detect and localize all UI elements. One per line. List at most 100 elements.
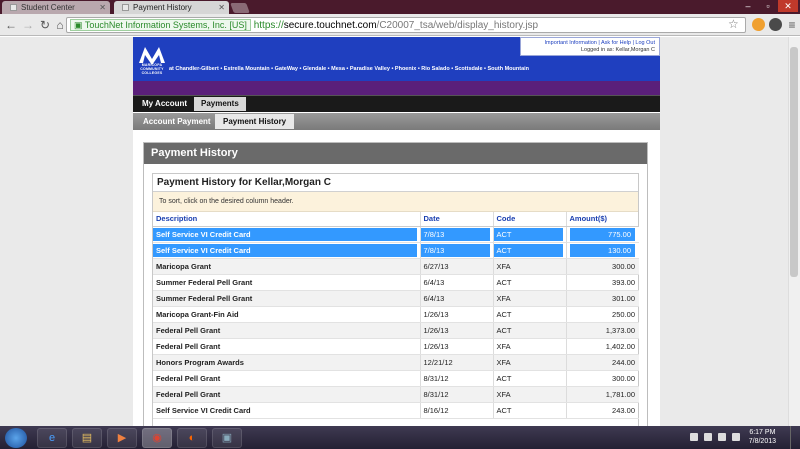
description-cell: Federal Pell Grant — [153, 370, 420, 387]
description-cell: Federal Pell Grant — [153, 338, 420, 355]
table-row: Summer Federal Pell Grant 6/4/13 ACT 393.00 — [153, 274, 639, 291]
code-cell: ACT — [492, 370, 566, 387]
clock-time: 6:17 PM — [749, 429, 776, 436]
volume-icon[interactable] — [732, 433, 740, 441]
explorer-icon[interactable]: ▤ — [72, 428, 102, 448]
date-cell: 1/26/13 — [419, 306, 493, 323]
date-cell: 7/8/13 — [419, 242, 493, 259]
history-box: Payment History for Kellar,Morgan C To s… — [152, 173, 639, 426]
sort-note: To sort, click on the desired column hea… — [153, 192, 638, 212]
lock-icon: ▣ — [74, 20, 83, 30]
page-icon — [122, 4, 129, 11]
url-host: secure.touchnet.com — [283, 20, 377, 31]
accent-bar — [133, 81, 660, 95]
code-cell: ACT — [492, 226, 566, 243]
close-window-icon[interactable]: ✕ — [778, 0, 798, 12]
table-row: Self Service VI Credit Card 7/8/13 ACT 130.… — [153, 242, 639, 259]
new-tab-button[interactable] — [230, 3, 250, 13]
tray-arrow-icon[interactable] — [690, 433, 698, 441]
reload-icon[interactable]: ↻ — [37, 17, 53, 33]
description-cell: Self Service VI Credit Card — [153, 226, 420, 243]
selected-text: ACT — [493, 227, 563, 241]
address-bar[interactable]: ▣ TouchNet Information Systems, Inc. [US… — [66, 17, 746, 33]
table-row: Maricopa Grant 6/27/13 XFA 300.00 — [153, 258, 639, 275]
user-links[interactable]: Important Information | Ask for Help | L… — [525, 40, 655, 47]
ie-icon[interactable]: e — [37, 428, 67, 448]
chrome-icon[interactable]: ◉ — [142, 428, 172, 448]
code-cell: XFA — [492, 386, 566, 403]
subnav-payment-history[interactable]: Payment History — [215, 114, 295, 129]
scrollbar[interactable] — [788, 37, 800, 426]
taskbar: e ▤ ▶ ◉ ◐ ▣ 6:17 PM 7/8/2013 — [0, 426, 800, 449]
firefox-icon[interactable]: ◐ — [177, 428, 207, 448]
date-cell: 8/31/12 — [419, 386, 493, 403]
close-icon[interactable]: ✕ — [218, 1, 225, 14]
clock-date: 7/8/2013 — [748, 438, 776, 445]
close-icon[interactable]: ✕ — [99, 1, 106, 14]
description-cell: Summer Federal Pell Grant — [153, 274, 420, 291]
start-button[interactable] — [5, 428, 27, 448]
date-cell: 6/4/13 — [419, 290, 493, 307]
tab-student-center[interactable]: Student Center ✕ — [2, 1, 110, 14]
code-cell: XFA — [492, 258, 566, 275]
col-description-header[interactable]: Description — [153, 212, 420, 227]
selected-text: 130.00 — [569, 243, 635, 257]
network-icon[interactable] — [718, 433, 726, 441]
description-cell: Honors Program Awards — [153, 354, 420, 371]
col-code-header[interactable]: Code — [492, 212, 566, 227]
maximize-icon[interactable]: ▫ — [758, 0, 778, 12]
description-cell: Self Service VI Credit Card — [153, 242, 420, 259]
nav-my-account[interactable]: My Account — [135, 97, 194, 111]
date-cell: 1/26/13 — [419, 322, 493, 339]
subnav-account-payment[interactable]: Account Payment — [135, 114, 219, 129]
ev-certificate-badge[interactable]: ▣ TouchNet Information Systems, Inc. [US… — [70, 19, 251, 31]
show-desktop-button[interactable] — [790, 426, 800, 449]
browser-toolbar: ← → ↻ ⌂ ▣ TouchNet Information Systems, … — [0, 14, 800, 36]
scrollbar-thumb[interactable] — [790, 47, 798, 277]
table-row: Summer Federal Pell Grant 6/4/13 XFA 301.00 — [153, 290, 639, 307]
description-cell: Maricopa Grant-Fin Aid — [153, 306, 420, 323]
tab-payment-history[interactable]: Payment History ✕ — [114, 1, 229, 14]
col-amount-header[interactable]: Amount($) — [565, 212, 639, 227]
menu-icon[interactable]: ≡ — [784, 17, 800, 33]
col-date-header[interactable]: Date — [419, 212, 493, 227]
code-cell: ACT — [492, 274, 566, 291]
site-banner: MARICOPA COMMUNITY COLLEGES at Chandler-… — [133, 37, 660, 81]
flag-icon[interactable] — [704, 433, 712, 441]
clock[interactable]: 6:17 PM 7/8/2013 — [749, 428, 776, 446]
date-cell: 8/16/12 — [419, 402, 493, 419]
media-player-icon[interactable]: ▶ — [107, 428, 137, 448]
table-row: Federal Pell Grant 1/26/13 ACT 1,373.00 — [153, 322, 639, 339]
table-row: Federal Pell Grant 8/31/12 XFA 1,781.00 — [153, 386, 639, 403]
table-header-row: Description Date Code Amount($) — [153, 212, 639, 227]
forward-icon[interactable]: → — [20, 17, 36, 33]
selected-text: 7/8/13 — [420, 227, 490, 241]
amount-cell: 130.00 — [565, 242, 639, 259]
extension-icon[interactable] — [752, 18, 765, 31]
extension-icon[interactable] — [769, 18, 782, 31]
amount-cell: 775.00 — [565, 226, 639, 243]
nav-payments[interactable]: Payments — [194, 97, 246, 111]
amount-cell: 1,781.00 — [565, 386, 639, 403]
amount-cell: 393.00 — [565, 274, 639, 291]
code-cell: XFA — [492, 338, 566, 355]
bookmark-star-icon[interactable]: ☆ — [728, 17, 739, 31]
minimize-icon[interactable]: – — [738, 0, 758, 12]
date-cell: 7/8/13 — [419, 226, 493, 243]
campus-list: at Chandler-Gilbert • Estrella Mountain … — [169, 66, 530, 72]
logo-text: MARICOPA COMMUNITY COLLEGES — [140, 63, 164, 75]
code-cell: ACT — [492, 306, 566, 323]
amount-cell: 300.00 — [565, 258, 639, 275]
date-cell: 1/26/13 — [419, 338, 493, 355]
sub-nav: Account Payment Payment History — [133, 113, 660, 130]
code-cell: XFA — [492, 290, 566, 307]
amount-cell: 300.00 — [565, 370, 639, 387]
selected-text: 7/8/13 — [420, 243, 490, 257]
code-cell: ACT — [492, 242, 566, 259]
window-icon[interactable]: ▣ — [212, 428, 242, 448]
selected-text: 775.00 — [569, 227, 635, 241]
table-body: Self Service VI Credit Card 7/8/13 ACT 775.… — [153, 226, 639, 419]
site-container: MARICOPA COMMUNITY COLLEGES at Chandler-… — [133, 37, 660, 426]
back-icon[interactable]: ← — [3, 17, 19, 33]
url-scheme: https:// — [253, 20, 284, 31]
